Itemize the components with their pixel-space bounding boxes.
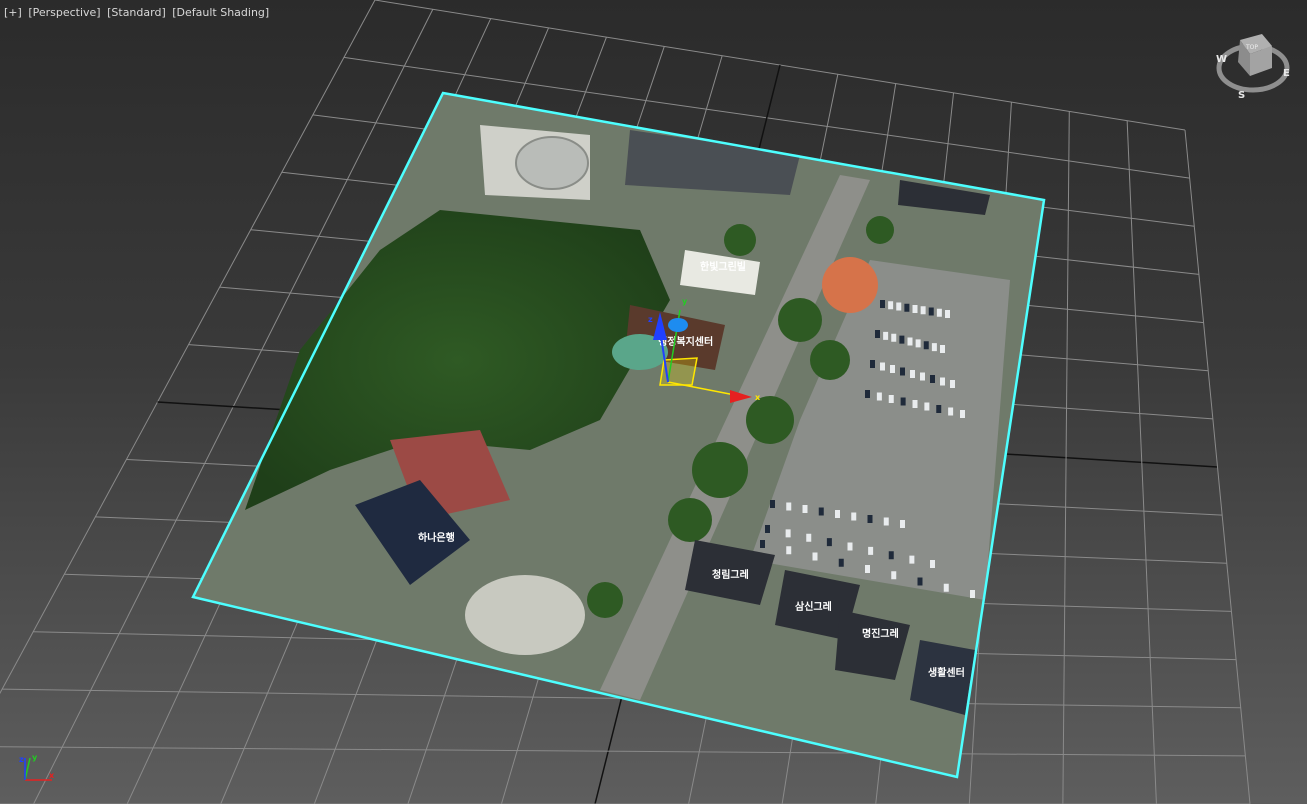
gizmo-x-label: x — [755, 393, 761, 402]
viewcube[interactable]: TOP W E S — [1216, 34, 1290, 101]
world-axis-tripod: x y z — [19, 753, 55, 781]
viewcube-east[interactable]: E — [1283, 68, 1290, 79]
parked-car — [928, 307, 934, 316]
map-label-south-2: 삼신그레 — [795, 600, 832, 613]
rotunda — [515, 136, 589, 190]
round-roof — [822, 257, 878, 313]
parked-car — [923, 341, 929, 350]
parked-car — [936, 405, 942, 413]
parked-car — [880, 362, 885, 371]
parked-car — [870, 360, 875, 368]
gizmo-y-label: y — [682, 297, 688, 306]
parked-car — [912, 305, 918, 313]
viewport-menu-standard[interactable]: [Standard] — [107, 6, 166, 19]
parked-car — [950, 380, 955, 388]
grid-line — [0, 746, 1246, 757]
parked-car — [875, 330, 880, 338]
parked-car — [891, 333, 897, 342]
parked-car — [865, 565, 870, 573]
parked-car — [904, 303, 910, 312]
parked-car — [786, 502, 792, 511]
parked-car — [900, 520, 905, 528]
map-label-hall: 행정복지센터 — [658, 335, 713, 348]
parked-car — [960, 410, 965, 418]
viewcube-south[interactable]: S — [1238, 90, 1245, 101]
parked-car — [838, 558, 844, 567]
parked-car — [890, 365, 895, 373]
parked-car — [920, 372, 925, 381]
parked-car — [785, 529, 791, 538]
parked-car — [910, 370, 915, 378]
viewcube-west[interactable]: W — [1216, 54, 1227, 65]
parked-car — [818, 507, 824, 516]
parked-car — [806, 533, 812, 542]
viewport-menu-general[interactable]: [+] — [4, 6, 22, 19]
parked-car — [891, 571, 897, 580]
parked-car — [770, 500, 775, 508]
parked-car — [812, 552, 818, 561]
viewport-label-menu[interactable]: [+] [Perspective] [Standard] [Default Sh… — [4, 6, 272, 19]
tripod-x-label: x — [49, 771, 55, 780]
parked-car — [880, 300, 885, 308]
grid-line — [1184, 129, 1251, 804]
parked-car — [917, 577, 923, 586]
parked-car — [868, 546, 874, 555]
parked-car — [888, 551, 894, 560]
map-plane[interactable]: 행정복지센터 하나은행 한빛그린빌 청림그레 삼신그레 명진그레 생활센터 — [191, 91, 1046, 779]
parked-car — [867, 515, 873, 523]
circular-plaza — [465, 575, 585, 655]
parked-car — [883, 331, 889, 340]
parked-car — [847, 542, 853, 551]
parked-car — [940, 345, 945, 353]
parked-car — [920, 306, 926, 315]
parked-car — [930, 375, 935, 383]
parked-car — [765, 525, 770, 533]
viewcube-face-label: TOP — [1245, 44, 1258, 51]
parked-car — [943, 583, 949, 592]
parked-car — [888, 301, 894, 310]
map-label-green-building: 한빛그린빌 — [700, 260, 746, 273]
parked-car — [948, 407, 954, 416]
parked-car — [900, 367, 905, 376]
parked-car — [899, 335, 905, 344]
gizmo-z-label: z — [648, 315, 653, 324]
parked-car — [924, 402, 930, 411]
parked-car — [883, 517, 889, 526]
parked-car — [909, 555, 915, 564]
parked-car — [915, 339, 921, 348]
viewport-canvas[interactable]: 행정복지센터 하나은행 한빛그린빌 청림그레 삼신그레 명진그레 생활센터 x … — [0, 0, 1307, 804]
map-label-south-3: 명진그레 — [862, 627, 899, 640]
map-label-south-1: 청림그레 — [712, 568, 749, 581]
parked-car — [900, 397, 906, 406]
viewport-menu-shading[interactable]: [Default Shading] — [172, 6, 269, 19]
gizmo-pivot[interactable] — [668, 318, 688, 332]
parked-car — [912, 400, 918, 408]
parked-car — [936, 308, 942, 317]
map-label-bank: 하나은행 — [418, 531, 455, 544]
viewport-menu-point-of-view[interactable]: [Perspective] — [28, 6, 100, 19]
parked-car — [865, 390, 870, 398]
parked-car — [876, 392, 882, 401]
parked-car — [940, 377, 945, 386]
perspective-viewport[interactable]: 행정복지센터 하나은행 한빛그린빌 청림그레 삼신그레 명진그레 생활센터 x … — [0, 0, 1307, 804]
parked-car — [930, 560, 935, 568]
parked-car — [851, 512, 857, 521]
parked-car — [802, 505, 808, 513]
parked-car — [970, 590, 975, 598]
parked-car — [786, 546, 792, 555]
parked-car — [826, 538, 832, 547]
parked-car — [945, 310, 950, 318]
tripod-z-label: z — [19, 755, 24, 764]
parked-car — [760, 540, 765, 548]
map-label-se: 생활센터 — [928, 666, 965, 679]
parked-car — [896, 302, 902, 311]
parked-car — [888, 395, 894, 403]
tripod-y-label: y — [32, 753, 38, 762]
parked-car — [931, 343, 937, 352]
parked-car — [907, 337, 913, 346]
parked-car — [835, 510, 840, 518]
